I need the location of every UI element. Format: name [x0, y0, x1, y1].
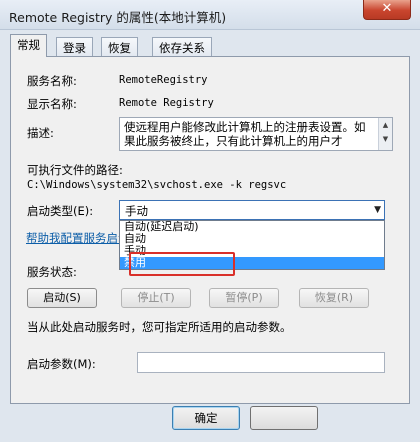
help-link[interactable]: 帮助我配置服务启动选项。 — [26, 230, 120, 246]
start-param-input[interactable] — [137, 352, 385, 373]
path-label: 可执行文件的路径: — [27, 163, 123, 177]
start-param-label: 启动参数(M): — [27, 357, 96, 371]
cancel-button[interactable] — [250, 406, 318, 430]
description-text: 使远程用户能修改此计算机上的注册表设置。如果此服务被终止，只有此计算机上的用户才 — [124, 120, 366, 148]
pause-button[interactable]: 暂停(P) — [209, 288, 279, 308]
description-label: 描述: — [27, 126, 54, 140]
service-name-label: 服务名称: — [27, 74, 77, 88]
scroll-down-icon[interactable]: ▼ — [379, 132, 392, 146]
path-value: C:\Windows\system32\svchost.exe -k regsv… — [27, 179, 287, 191]
service-name-value: RemoteRegistry — [119, 74, 208, 86]
annotation-highlight — [129, 252, 235, 276]
start-param-hint: 当从此处启动服务时，您可指定所适用的启动参数。 — [27, 320, 292, 334]
general-panel: 服务名称: RemoteRegistry 显示名称: Remote Regist… — [10, 56, 410, 404]
title-bar: Remote Registry 的属性(本地计算机) ✕ — [0, 0, 420, 30]
tab-recovery[interactable]: 恢复 — [101, 37, 138, 56]
tab-general[interactable]: 常规 — [10, 34, 47, 57]
display-name-value: Remote Registry — [119, 97, 214, 109]
startup-type-selected: 手动 — [125, 204, 148, 218]
ok-button[interactable]: 确定 — [172, 406, 240, 430]
close-button[interactable]: ✕ — [363, 0, 411, 20]
window-title: Remote Registry 的属性(本地计算机) — [9, 10, 227, 25]
tab-logon[interactable]: 登录 — [56, 37, 93, 56]
chevron-down-icon[interactable]: ▼ — [374, 205, 381, 215]
resume-button[interactable]: 恢复(R) — [299, 288, 369, 308]
tab-dependencies[interactable]: 依存关系 — [152, 37, 212, 56]
startup-option-auto-delayed[interactable]: 自动(延迟启动) — [120, 221, 384, 233]
start-button[interactable]: 启动(S) — [27, 288, 97, 308]
scroll-up-icon[interactable]: ▲ — [379, 118, 392, 132]
startup-type-select[interactable]: 手动 ▼ — [119, 200, 385, 220]
display-name-label: 显示名称: — [27, 97, 77, 111]
service-status-label: 服务状态: — [27, 265, 77, 279]
startup-option-auto[interactable]: 自动 — [120, 233, 384, 245]
description-box[interactable]: 使远程用户能修改此计算机上的注册表设置。如果此服务被终止，只有此计算机上的用户才… — [119, 117, 393, 151]
startup-type-label: 启动类型(E): — [27, 204, 94, 218]
description-scrollbar[interactable]: ▲ ▼ — [378, 118, 392, 150]
stop-button[interactable]: 停止(T) — [121, 288, 191, 308]
